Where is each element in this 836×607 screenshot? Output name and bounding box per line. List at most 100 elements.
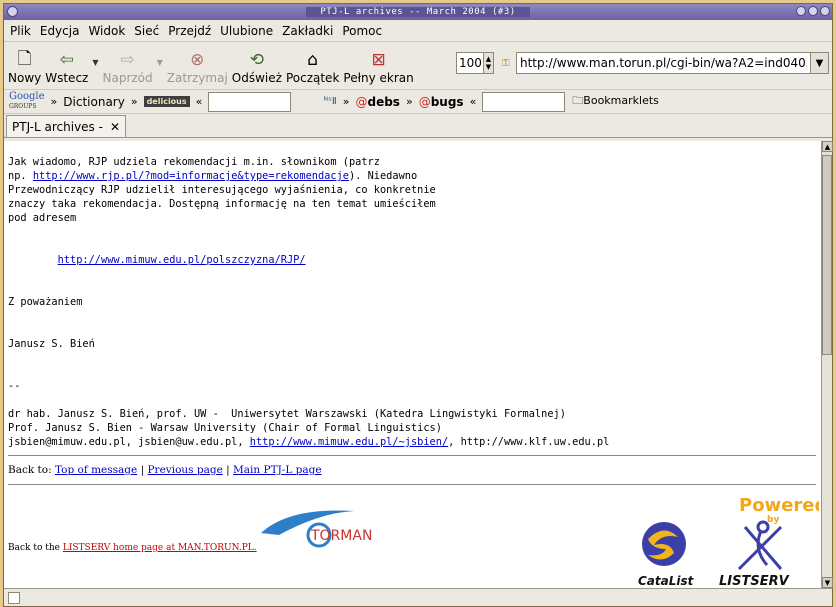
menu-siec[interactable]: Sieć xyxy=(134,24,159,38)
navigation-toolbar: 🗋 Nowy ⇦ Wstecz ▼ ⇨ Naprzód ▼ ⊗ Zatrzyma… xyxy=(4,42,832,90)
main-ptjl-page-link[interactable]: Main PTJ-L page xyxy=(233,464,322,476)
reload-icon: ⟲ xyxy=(249,50,264,70)
catalist-text: CataList xyxy=(638,574,694,588)
fullscreen-button[interactable]: ⊠ Pełny ekran xyxy=(343,49,413,85)
minimize-button[interactable] xyxy=(796,6,806,16)
tab-ptj-archives[interactable]: PTJ-L archives - ✕ xyxy=(6,115,126,137)
chevron-right-icon: » xyxy=(405,95,413,108)
powered-by-listserv-logo[interactable]: Powered by LISTSERV xyxy=(709,491,819,588)
menu-plik[interactable]: Plik xyxy=(10,24,31,38)
back-history-dropdown[interactable]: ▼ xyxy=(92,58,98,67)
page-footer: Back to the LISTSERV home page at MAN.TO… xyxy=(4,485,821,588)
greeting: Z poważaniem xyxy=(8,296,83,308)
debs-bookmark[interactable]: @debs xyxy=(355,95,399,109)
menu-zakladki[interactable]: Zakładki xyxy=(282,24,333,38)
back-label: Wstecz xyxy=(45,71,89,85)
reload-button[interactable]: ⟲ Odśwież xyxy=(232,49,282,85)
torman-text: TORMAN xyxy=(310,528,372,544)
fullscreen-icon: ⊠ xyxy=(371,50,386,70)
bookmarklets-folder[interactable]: 🗀Bookmarklets xyxy=(572,92,659,111)
homepage-link[interactable]: http://www.mimuw.edu.pl/~jsbien/ xyxy=(250,436,448,448)
debs-label: debs xyxy=(367,94,400,109)
bugs-label: bugs xyxy=(430,94,464,109)
google-logo-text: Google xyxy=(9,91,45,102)
url-history-dropdown[interactable]: ▼ xyxy=(811,52,829,74)
rjp-info-link[interactable]: http://www.mimuw.edu.pl/polszczyzna/RJP/ xyxy=(58,254,306,266)
listserv-home-line: Back to the LISTSERV home page at MAN.TO… xyxy=(8,543,257,553)
close-window-button[interactable] xyxy=(820,6,830,16)
menu-ulubione[interactable]: Ulubione xyxy=(220,24,273,38)
signature-emails: jsbien@mimuw.edu.pl, jsbien@uw.edu.pl, xyxy=(8,436,250,448)
window-title: PTJ-L archives -- March 2004 (#3) xyxy=(306,7,530,17)
torman-logo[interactable]: TORMAN xyxy=(259,505,384,550)
debian-icon[interactable]: ᴺˢⅡ xyxy=(323,96,336,107)
new-page-icon: 🗋 xyxy=(17,48,32,69)
tab-label: PTJ-L archives - xyxy=(12,119,103,134)
window-menu-icon[interactable] xyxy=(7,6,18,17)
chevron-right-icon: » xyxy=(50,95,58,108)
stop-button[interactable]: ⊗ Zatrzymaj xyxy=(167,49,228,85)
home-button[interactable]: ⌂ Początek xyxy=(286,49,339,85)
zoom-input[interactable]: 100 xyxy=(456,52,484,74)
home-icon: ⌂ xyxy=(307,50,319,70)
message-line: np. xyxy=(8,170,33,182)
message-body: Jak wiadomo, RJP udziela rekomendacji m.… xyxy=(4,141,821,449)
bookmark-search-field-1[interactable] xyxy=(208,91,292,112)
forward-button[interactable]: ⇨ Naprzód xyxy=(103,49,153,85)
rjp-recommendation-link[interactable]: http://www.rjp.pl/?mod=informacje&type=r… xyxy=(33,170,349,182)
new-button[interactable]: 🗋 Nowy xyxy=(8,48,41,86)
back-to-nav: Back to: Top of message | Previous page … xyxy=(4,456,821,484)
message-line: pod adresem xyxy=(8,212,77,224)
nav-separator: | xyxy=(140,464,145,476)
chevron-left-icon: « xyxy=(469,95,477,108)
catalist-logo[interactable]: CataList xyxy=(634,519,694,588)
debian-swirl-icon: @ xyxy=(418,94,431,109)
chevron-right-icon: » xyxy=(342,95,350,108)
listserv-home-link[interactable]: LISTSERV home page at MAN.TORUN.PL. xyxy=(63,543,257,553)
forward-history-dropdown[interactable]: ▼ xyxy=(157,58,163,67)
address-bar: ⚿ ▼ xyxy=(502,52,829,74)
menu-widok[interactable]: Widok xyxy=(88,24,125,38)
signature-line: Prof. Janusz S. Bien - Warsaw University… xyxy=(8,422,442,434)
back-button[interactable]: ⇦ Wstecz xyxy=(45,49,88,85)
google-groups-bookmark[interactable]: Google GROUPS xyxy=(9,92,45,111)
fullscreen-label: Pełny ekran xyxy=(343,71,414,85)
menu-przejdz[interactable]: Przejdź xyxy=(168,24,211,38)
close-tab-icon[interactable]: ✕ xyxy=(110,120,120,134)
message-line: Jak wiadomo, RJP udziela rekomendacji m.… xyxy=(8,156,380,168)
back-arrow-icon: ⇦ xyxy=(59,50,74,70)
folder-icon: 🗀 xyxy=(572,94,584,107)
home-label: Początek xyxy=(285,71,340,85)
back-to-label: Back to: xyxy=(8,464,52,476)
top-of-message-link[interactable]: Top of message xyxy=(55,464,137,476)
bugs-bookmark[interactable]: @bugs xyxy=(419,95,464,109)
scroll-up-arrow-icon[interactable]: ▲ xyxy=(822,141,833,152)
listserv-text: LISTSERV xyxy=(719,574,790,588)
maximize-button[interactable] xyxy=(808,6,818,16)
chevron-left-icon: « xyxy=(195,95,203,108)
bookmark-search-field-2[interactable] xyxy=(482,91,566,112)
url-input[interactable] xyxy=(516,52,811,74)
message-line: ). Niedawno xyxy=(348,170,418,182)
tab-bar: PTJ-L archives - ✕ xyxy=(4,114,832,138)
nav-separator: | xyxy=(226,464,230,476)
scrollbar-thumb[interactable] xyxy=(822,155,832,355)
chevron-right-icon: » xyxy=(130,95,138,108)
delicious-bookmark[interactable]: delicious xyxy=(143,96,190,107)
previous-page-link[interactable]: Previous page xyxy=(147,464,222,476)
scroll-down-arrow-icon[interactable]: ▼ xyxy=(822,577,833,588)
message-line: znaczy taka rekomendacja. Dostępną infor… xyxy=(8,198,436,210)
zoom-spinner[interactable]: ▲ ▼ xyxy=(484,52,494,74)
vertical-scrollbar[interactable]: ▲ ▼ xyxy=(821,141,833,588)
menu-edycja[interactable]: Edycja xyxy=(40,24,80,38)
page-content: Jak wiadomo, RJP udziela rekomendacji m.… xyxy=(4,141,821,588)
bookmarklets-label: Bookmarklets xyxy=(583,94,659,107)
status-bar xyxy=(4,588,832,606)
by-text: by xyxy=(767,515,779,525)
menu-pomoc[interactable]: Pomoc xyxy=(342,24,382,38)
signature-line: dr hab. Janusz S. Bień, prof. UW - Uniwe… xyxy=(8,408,566,420)
google-groups-subtext: GROUPS xyxy=(9,103,37,110)
dictionary-bookmark[interactable]: Dictionary xyxy=(63,95,125,109)
browser-window: PTJ-L archives -- March 2004 (#3) Plik E… xyxy=(3,3,833,607)
back-to-listserv-label: Back to the xyxy=(8,543,60,553)
